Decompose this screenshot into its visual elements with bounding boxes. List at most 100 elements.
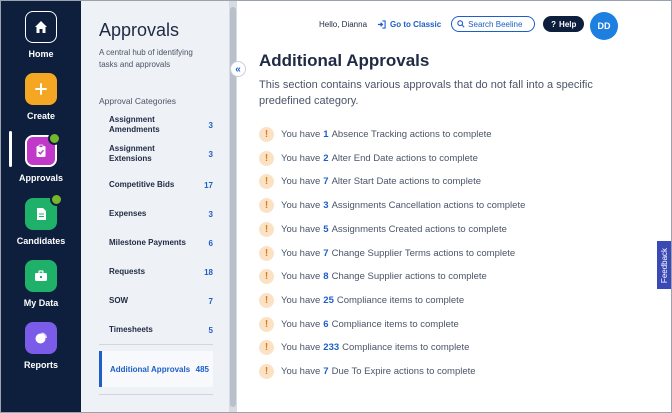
greeting: Hello, Dianna <box>319 19 368 29</box>
notification-dot <box>50 193 63 206</box>
item-text: Change Supplier Terms actions to complet… <box>331 247 516 259</box>
category-assignment-extensions[interactable]: Assignment Extensions 3 <box>109 144 213 164</box>
item-count[interactable]: 6 <box>323 319 328 330</box>
category-count: 17 <box>204 180 213 190</box>
category-label: Expenses <box>109 209 147 218</box>
category-milestone-payments[interactable]: Milestone Payments 6 <box>109 238 213 248</box>
rail-item-my-data[interactable]: My Data <box>1 260 81 308</box>
item-count[interactable]: 8 <box>323 271 328 282</box>
clipboard-check-icon <box>25 132 61 167</box>
item-prefix: You have <box>281 129 321 140</box>
item-prefix: You have <box>281 223 321 235</box>
rail-item-approvals[interactable]: Approvals <box>1 132 81 183</box>
category-count: 7 <box>208 296 213 306</box>
rail-item-candidates[interactable]: Candidates <box>1 193 81 246</box>
warning-icon: ! <box>259 127 274 142</box>
category-label: SOW <box>109 296 129 305</box>
category-requests[interactable]: Requests 18 <box>109 267 213 277</box>
item-text: Alter End Date actions to complete <box>331 152 478 164</box>
help-button[interactable]: ? Help <box>543 16 585 32</box>
warning-icon: ! <box>259 364 274 379</box>
rail-label-create: Create <box>26 111 55 121</box>
feedback-tab[interactable]: Feedback <box>657 241 671 289</box>
approval-item[interactable]: ! You have 8 Change Supplier actions to com… <box>259 269 487 285</box>
item-count[interactable]: 7 <box>323 248 328 259</box>
item-text: Change Supplier actions to complete <box>331 271 487 283</box>
category-count: 3 <box>208 120 213 130</box>
item-count[interactable]: 3 <box>323 200 328 211</box>
item-prefix: You have <box>281 176 321 188</box>
item-prefix: You have <box>281 152 321 164</box>
warning-icon: ! <box>259 174 274 190</box>
rail-item-home[interactable]: Home <box>1 11 81 59</box>
home-icon <box>25 11 57 43</box>
feedback-label: Feedback <box>660 247 670 283</box>
plus-icon <box>25 73 57 105</box>
search-input[interactable]: Search Beeline <box>451 16 536 32</box>
item-count[interactable]: 7 <box>323 176 328 187</box>
item-prefix: You have <box>281 247 321 259</box>
rail-label-my-data: My Data <box>23 298 59 308</box>
category-expenses[interactable]: Expenses 3 <box>109 209 213 219</box>
search-placeholder: Search Beeline <box>468 19 523 29</box>
warning-icon: ! <box>259 150 274 166</box>
divider <box>99 344 213 345</box>
category-sow[interactable]: SOW 7 <box>109 296 213 306</box>
category-label: Milestone Payments <box>109 238 186 247</box>
item-prefix: You have <box>281 318 321 330</box>
approval-item[interactable]: ! You have 233 Compliance items to complete <box>259 340 470 356</box>
category-count: 3 <box>208 149 213 159</box>
item-prefix: You have <box>281 271 321 283</box>
avatar[interactable]: DD <box>590 12 618 40</box>
rail-item-create[interactable]: Create <box>1 73 81 121</box>
approval-item[interactable]: ! You have 1 Absence Tracking actions to co… <box>259 127 492 142</box>
category-label: Requests <box>109 267 146 276</box>
category-timesheets[interactable]: Timesheets 5 <box>109 325 213 335</box>
approval-item[interactable]: ! You have 6 Compliance items to complete <box>259 316 459 332</box>
pie-chart-icon <box>25 322 57 354</box>
item-count[interactable]: 233 <box>323 342 339 353</box>
item-count[interactable]: 25 <box>323 295 334 306</box>
category-count: 6 <box>208 238 213 248</box>
nav-rail: Home Create Approvals Candidates My Data… <box>1 1 81 412</box>
panel-title: Approvals <box>99 20 180 40</box>
warning-icon: ! <box>259 245 274 261</box>
item-prefix: You have <box>281 342 321 354</box>
category-assignment-amendments[interactable]: Assignment Amendments 3 <box>109 115 213 135</box>
item-prefix: You have <box>281 200 321 212</box>
approvals-panel: Approvals A central hub of identifying t… <box>81 1 229 412</box>
approval-item[interactable]: ! You have 25 Compliance items to complete <box>259 292 464 308</box>
approval-item[interactable]: ! You have 7 Due To Expire actions to compl… <box>259 364 476 379</box>
briefcase-icon <box>25 260 57 292</box>
item-count[interactable]: 5 <box>323 224 328 235</box>
page-description: This section contains various approvals … <box>259 79 593 107</box>
approval-item[interactable]: ! You have 2 Alter End Date actions to comp… <box>259 150 478 166</box>
item-text: Assignments Cancellation actions to comp… <box>331 200 526 212</box>
item-prefix: You have <box>281 366 321 377</box>
category-label: Additional Approvals <box>110 364 191 374</box>
item-text: Compliance items to complete <box>342 342 470 354</box>
warning-icon: ! <box>259 221 274 237</box>
app-window: Home Create Approvals Candidates My Data… <box>0 0 672 413</box>
warning-icon: ! <box>259 316 274 332</box>
approval-item[interactable]: ! You have 5 Assignments Created actions to… <box>259 221 507 237</box>
category-competitive-bids[interactable]: Competitive Bids 17 <box>109 180 213 190</box>
item-count[interactable]: 7 <box>323 366 328 377</box>
item-text: Assignments Created actions to complete <box>331 223 507 235</box>
category-additional-approvals[interactable]: Additional Approvals 485 <box>99 351 213 387</box>
warning-icon: ! <box>259 198 274 214</box>
category-count: 485 <box>195 364 209 374</box>
category-count: 3 <box>208 209 213 219</box>
item-count[interactable]: 2 <box>323 153 328 164</box>
approval-item[interactable]: ! You have 7 Change Supplier Terms actions … <box>259 245 516 261</box>
category-label: Assignment Amendments <box>109 115 160 134</box>
warning-icon: ! <box>259 340 274 356</box>
approval-item[interactable]: ! You have 3 Assignments Cancellation actio… <box>259 198 526 214</box>
rail-item-reports[interactable]: Reports <box>1 322 81 370</box>
approval-item[interactable]: ! You have 7 Alter Start Date actions to co… <box>259 174 481 190</box>
go-to-classic-link[interactable]: Go to Classic <box>377 20 441 29</box>
page-title: Additional Approvals <box>259 51 430 70</box>
panel-description: A central hub of identifying tasks and a… <box>99 48 193 69</box>
item-count[interactable]: 1 <box>323 129 328 140</box>
collapse-panel-button[interactable]: « <box>230 61 246 77</box>
